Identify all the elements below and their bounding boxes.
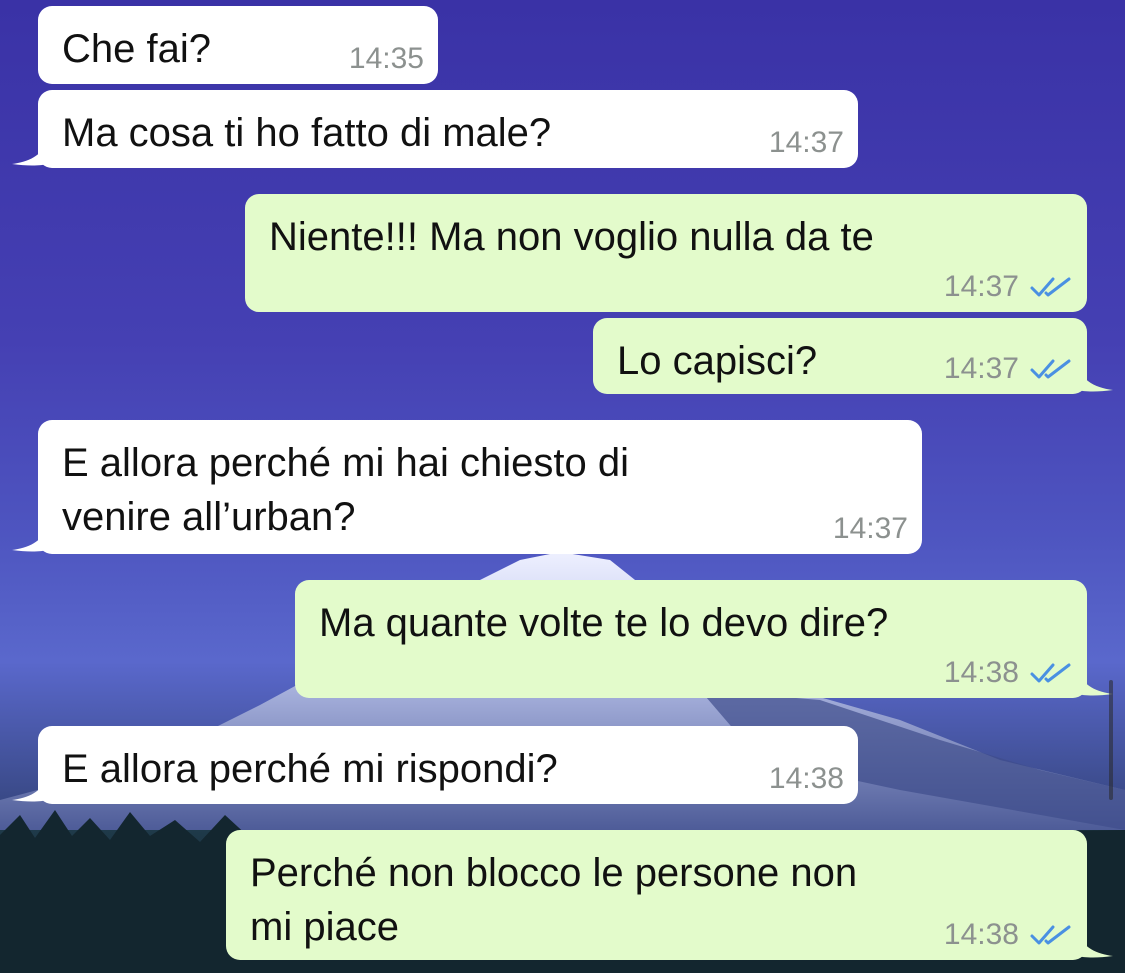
message-text: Niente!!! Ma non voglio nulla da te (269, 215, 874, 259)
message-time: 14:37 (832, 512, 908, 545)
scrollbar[interactable] (1109, 680, 1113, 800)
message-text: Lo capisci? (617, 339, 818, 383)
message-meta: 14:38 (944, 656, 1073, 690)
bubble-tail-icon (12, 526, 48, 552)
bubble-tail-icon (1077, 932, 1113, 958)
message-incoming[interactable]: Ma cosa ti ho fatto di male? 14:37 (12, 90, 858, 168)
message-meta: 14:37 (769, 126, 844, 160)
message-time: 14:38 (768, 762, 844, 795)
message-time: 14:38 (943, 918, 1019, 951)
message-meta: 14:35 (349, 42, 424, 76)
double-check-icon (1030, 663, 1071, 683)
message-meta: 14:38 (944, 918, 1073, 952)
bubble-tail-icon (1077, 670, 1113, 696)
message-text: Ma quante volte te lo devo dire? (319, 601, 889, 645)
message-incoming[interactable]: E allora perché mi hai chiesto di venire… (12, 420, 922, 554)
conversation[interactable]: Che fai? 14:35 Ma cosa ti ho fatto di ma… (0, 0, 1125, 973)
message-outgoing[interactable]: Niente!!! Ma non voglio nulla da te 14:3… (245, 194, 1087, 312)
double-check-icon (1030, 925, 1071, 945)
message-meta: 14:37 (833, 512, 908, 546)
message-meta: 14:38 (769, 762, 844, 796)
message-text: Perché non blocco le persone non mi piac… (250, 851, 858, 949)
message-meta: 14:37 (944, 270, 1073, 304)
message-meta: 14:37 (944, 352, 1073, 386)
message-incoming[interactable]: Che fai? 14:35 (38, 6, 438, 84)
message-outgoing[interactable]: Perché non blocco le persone non mi piac… (226, 830, 1113, 960)
bubble-tail-icon (1077, 366, 1113, 392)
message-incoming[interactable]: E allora perché mi rispondi? 14:38 (12, 726, 858, 804)
message-outgoing[interactable]: Ma quante volte te lo devo dire? 14:38 (295, 580, 1113, 698)
bubble-tail-icon (12, 776, 48, 802)
message-text: Ma cosa ti ho fatto di male? (62, 111, 552, 155)
message-text: E allora perché mi hai chiesto di venire… (62, 441, 629, 539)
double-check-icon (1030, 359, 1071, 379)
message-time: 14:37 (943, 352, 1019, 385)
message-outgoing[interactable]: Lo capisci? 14:37 (593, 318, 1113, 394)
message-time: 14:37 (943, 270, 1019, 303)
message-text: Che fai? (62, 27, 211, 71)
message-time: 14:35 (348, 42, 424, 75)
double-check-icon (1030, 277, 1071, 297)
message-time: 14:38 (943, 656, 1019, 689)
message-text: E allora perché mi rispondi? (62, 747, 558, 791)
bubble-tail-icon (12, 140, 48, 166)
message-time: 14:37 (768, 126, 844, 159)
